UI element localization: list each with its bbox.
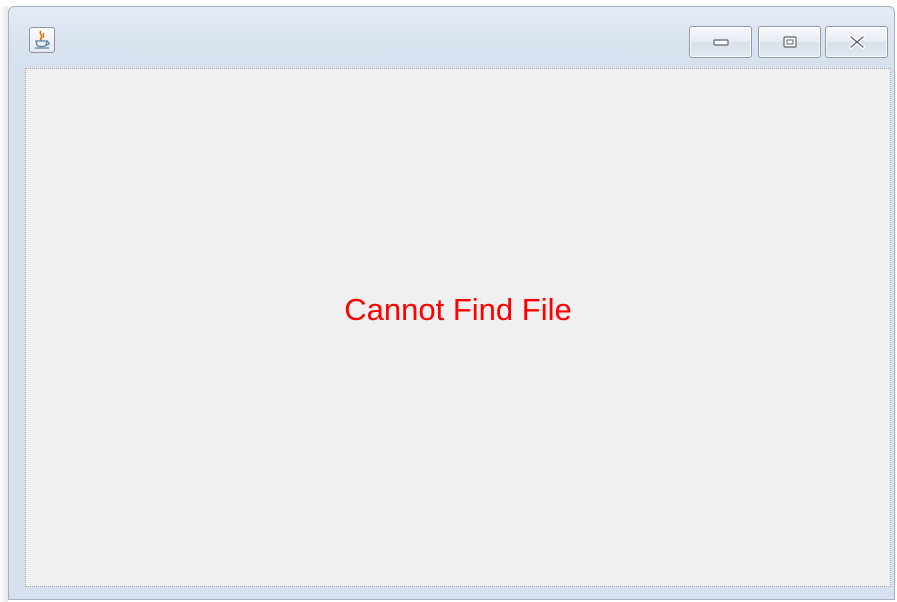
close-icon — [848, 35, 865, 49]
error-message: Cannot Find File — [344, 292, 572, 327]
desktop-edge — [0, 6, 8, 602]
minimize-button[interactable] — [689, 26, 752, 58]
java-coffee-cup-icon[interactable] — [29, 27, 55, 53]
content-panel: Cannot Find File — [25, 68, 891, 587]
maximize-button[interactable] — [758, 26, 821, 58]
close-button[interactable] — [825, 26, 888, 58]
application-window: Cannot Find File — [8, 6, 895, 600]
maximize-icon — [782, 36, 797, 48]
minimize-icon — [712, 39, 729, 46]
title-bar[interactable] — [9, 7, 894, 65]
window-bottom-frame — [9, 587, 894, 599]
